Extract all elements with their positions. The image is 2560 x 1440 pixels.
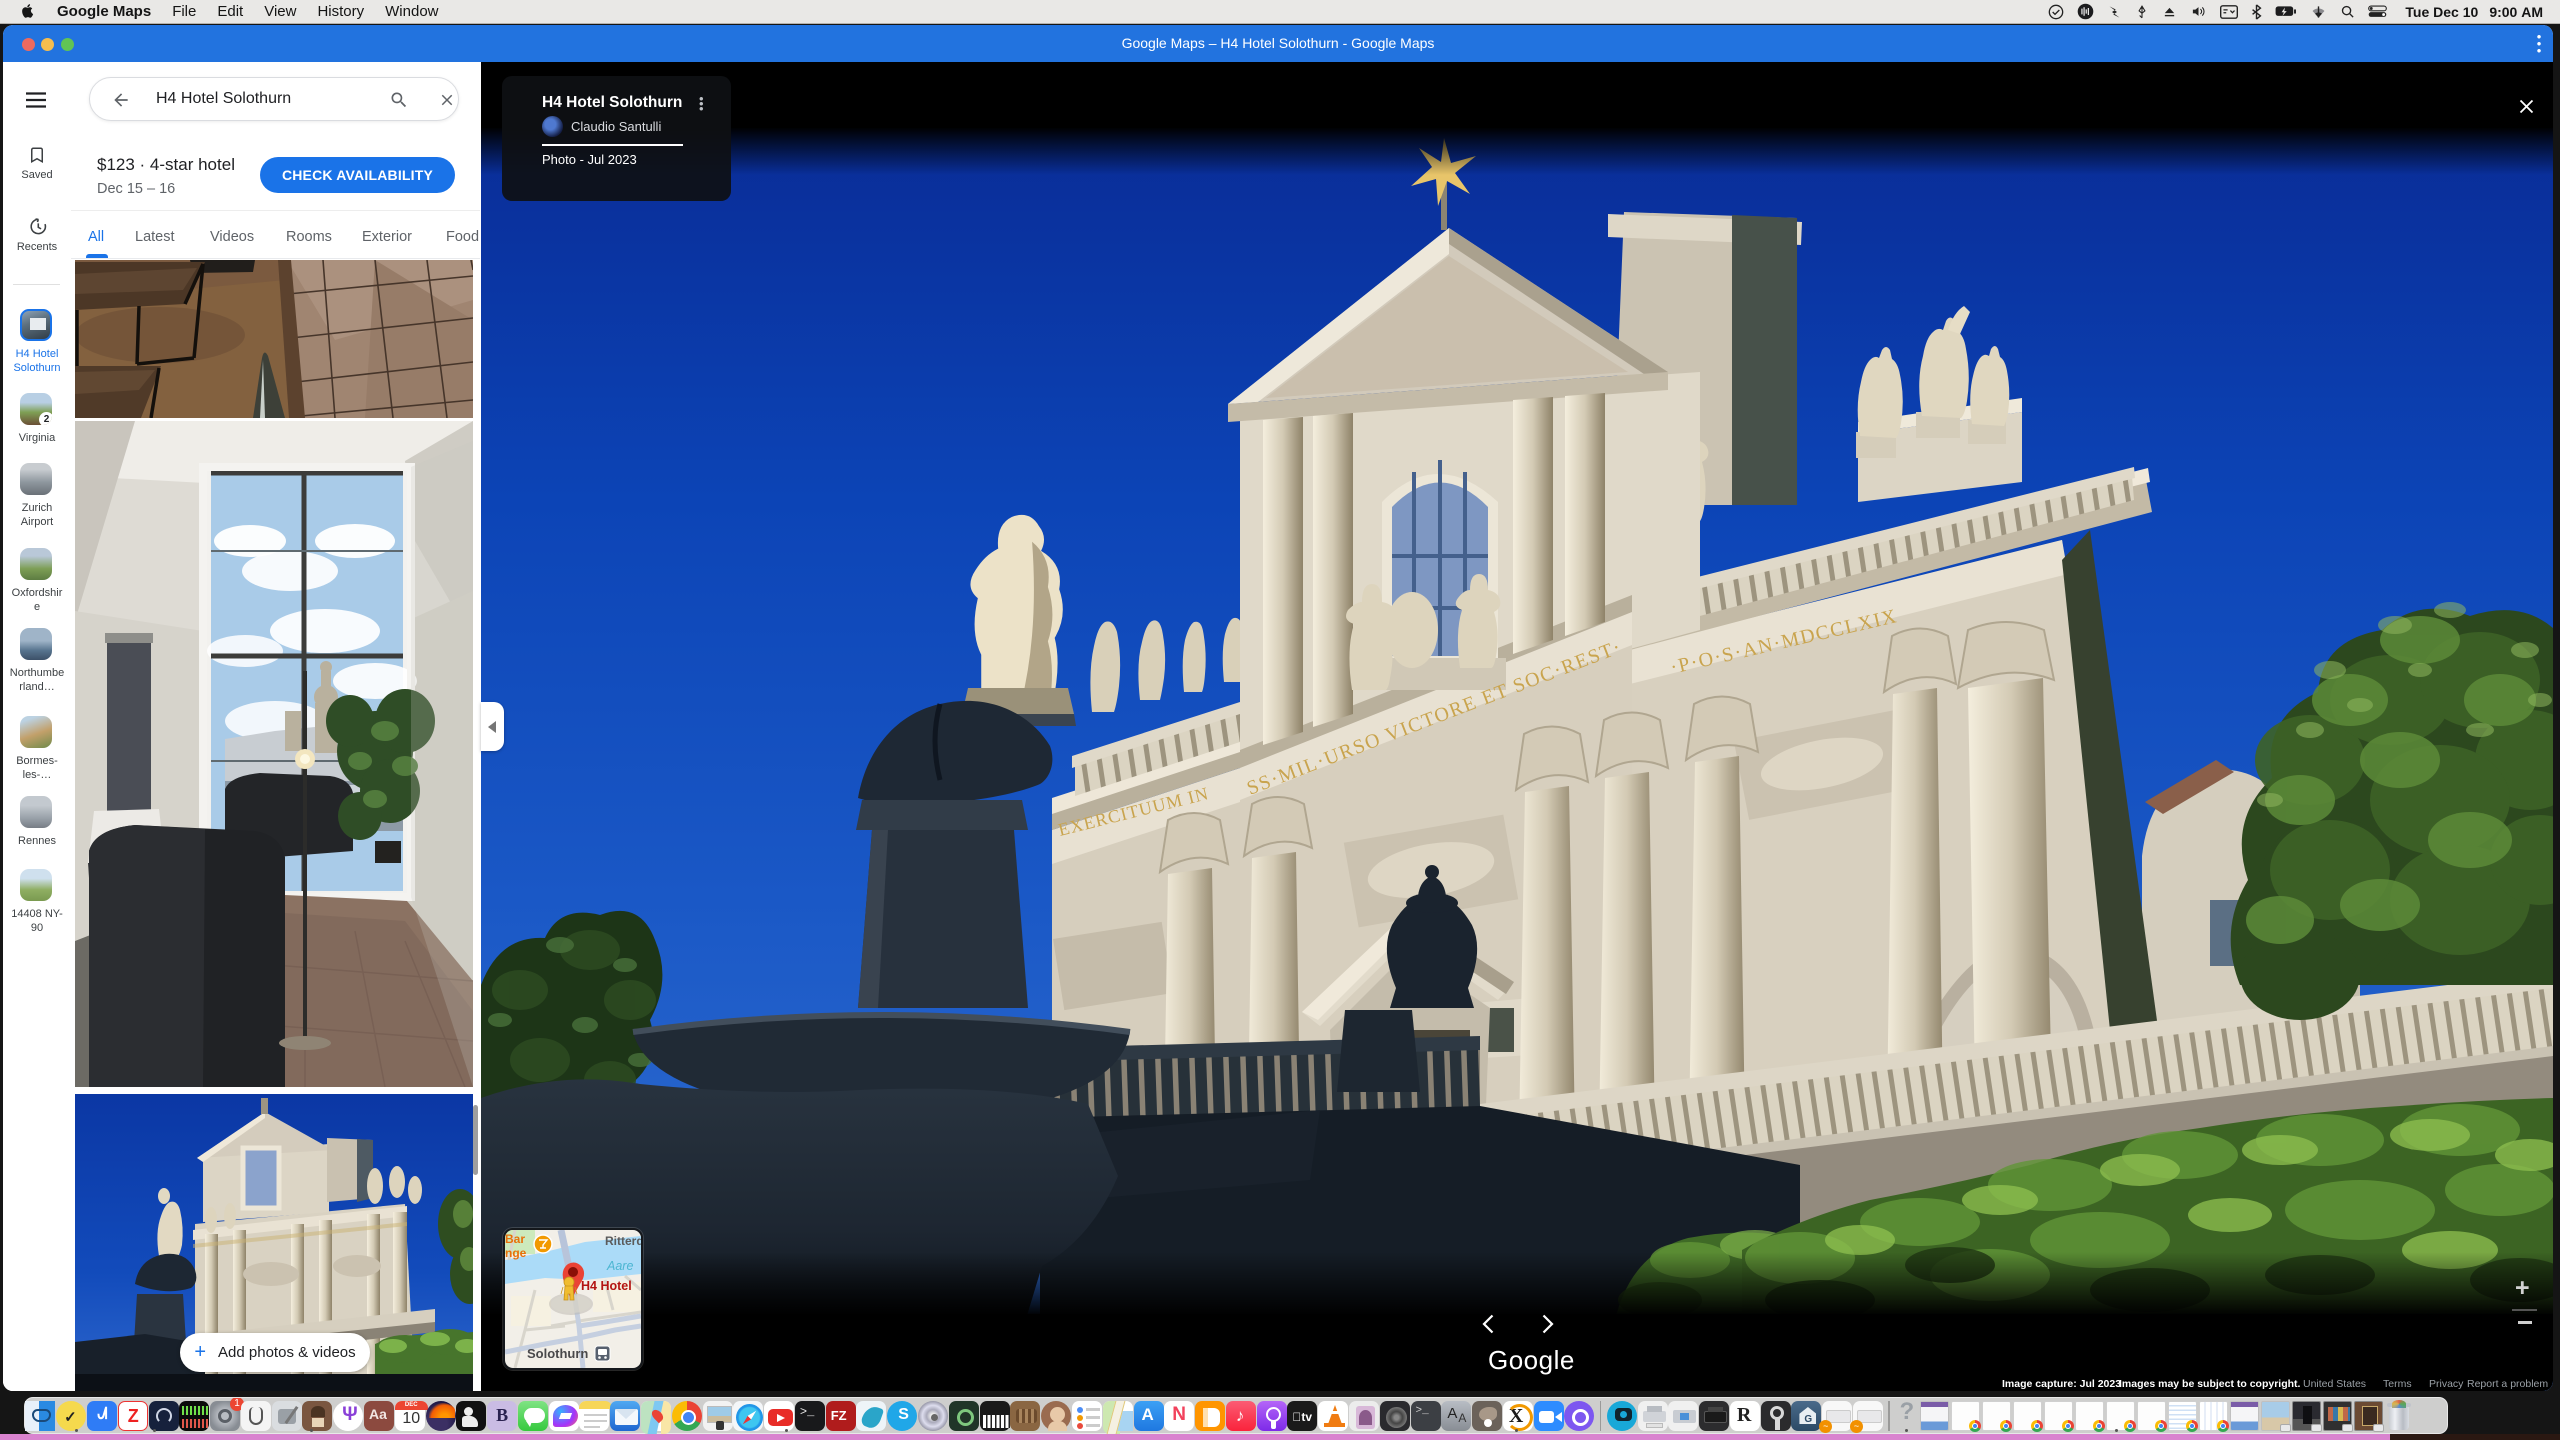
svg-text:Bar: Bar — [505, 1232, 525, 1246]
svg-text:Aare: Aare — [606, 1259, 633, 1273]
svg-text:Solothurn: Solothurn — [527, 1346, 588, 1361]
svg-text:nge: nge — [505, 1246, 527, 1260]
svg-text:Ritterq: Ritterq — [605, 1234, 641, 1248]
svg-text:H4 Hotel: H4 Hotel — [581, 1279, 632, 1293]
